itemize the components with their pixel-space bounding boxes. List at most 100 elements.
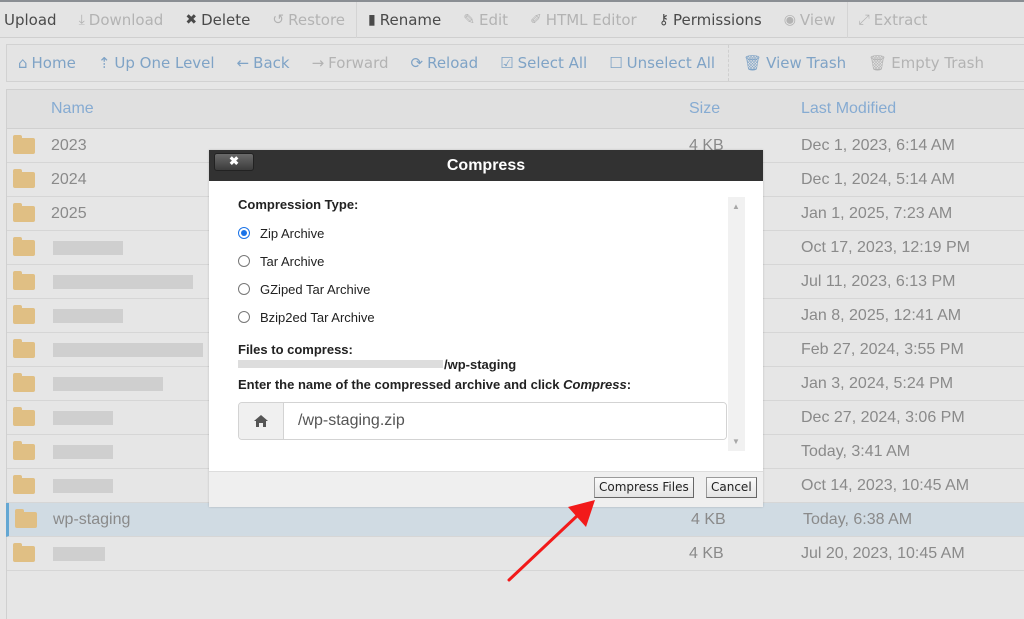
toolbar-button-label: Download	[88, 10, 164, 29]
folder-icon	[13, 271, 35, 290]
file-size: 4 KB	[691, 510, 726, 528]
toolbar-button-label: Extract	[873, 10, 928, 29]
compression-option[interactable]: Zip Archive	[238, 219, 763, 247]
toolbar-rename-button[interactable]: ▮ Rename	[357, 2, 452, 38]
redacted-file-name	[53, 241, 123, 255]
redacted-file-name	[53, 479, 113, 493]
file-name[interactable]: 2024	[51, 171, 87, 189]
checkbox-checked-icon: ☑	[500, 54, 514, 72]
nav-button-label: Up One Level	[114, 54, 215, 72]
toolbar-edit-button[interactable]: ✎ Edit	[452, 2, 519, 38]
nav-button-label: Select All	[517, 54, 588, 72]
scroll-down-arrow-icon[interactable]: ▼	[732, 437, 740, 446]
compression-option[interactable]: GZiped Tar Archive	[238, 275, 763, 303]
nav-button-label: Back	[253, 54, 290, 72]
file-last-modified: Jan 8, 2025, 12:41 AM	[801, 306, 962, 324]
archive-name-field	[238, 402, 727, 440]
files-to-compress-label: Files to compress:	[238, 342, 353, 357]
file-last-modified: Jul 20, 2023, 10:45 AM	[801, 544, 965, 562]
dialog-scrollbar[interactable]: ▲ ▼	[728, 197, 745, 451]
dialog-body: ▲ ▼ Compression Type: Zip Archive Tar Arc…	[209, 181, 763, 472]
toolbar-extract-button[interactable]: ⤢ Extract	[848, 2, 939, 38]
download-icon: ⤓	[78, 11, 85, 28]
radio-button[interactable]	[238, 255, 250, 267]
file-name[interactable]: 2023	[51, 137, 87, 155]
nav-button-label: Empty Trash	[891, 54, 984, 72]
toolbar-download-button[interactable]: ⤓ Download	[68, 2, 175, 38]
redacted-file-name	[53, 343, 203, 357]
toolbar-permissions-button[interactable]: ⚷ Permissions	[648, 2, 773, 38]
nav-back-button[interactable]: ← Back	[226, 54, 301, 72]
restore-icon: ↺	[272, 11, 285, 28]
back-arrow-icon: ←	[236, 54, 250, 72]
toolbar-view-button[interactable]: ◉ View	[773, 2, 847, 38]
toolbar-button-label: HTML Editor	[545, 10, 637, 29]
file-last-modified: Jan 1, 2025, 7:23 AM	[801, 204, 953, 222]
folder-icon	[13, 169, 35, 188]
rename-icon: ▮	[368, 11, 376, 28]
annotation-arrow-icon	[507, 500, 595, 582]
toolbar-button-label: View	[799, 10, 836, 29]
file-name[interactable]: wp-staging	[53, 511, 130, 529]
toolbar-upload-button[interactable]: Upload	[0, 2, 68, 38]
nav-reload-button[interactable]: ⟳ Reload	[400, 54, 490, 72]
column-header-size[interactable]: Size	[689, 100, 720, 118]
file-path-text: /wp-staging	[444, 357, 517, 372]
delete-icon: ✖	[185, 11, 198, 28]
toolbar-button-label: Edit	[479, 10, 509, 29]
toolbar-delete-button[interactable]: ✖ Delete	[174, 2, 261, 38]
nav-view-trash-button[interactable]: 🗑 View Trash	[732, 54, 857, 72]
instruction-emphasis: Compress	[563, 377, 627, 392]
scroll-up-arrow-icon[interactable]: ▲	[732, 202, 740, 211]
folder-icon	[13, 475, 35, 494]
column-header-name[interactable]: Name	[51, 100, 94, 118]
nav-forward-button[interactable]: → Forward	[301, 54, 400, 72]
toolbar-button-label: Upload	[4, 10, 57, 29]
compression-option[interactable]: Bzip2ed Tar Archive	[238, 303, 763, 331]
close-button[interactable]: ✖	[214, 153, 254, 171]
file-last-modified: Oct 17, 2023, 12:19 PM	[801, 238, 970, 256]
dialog-header: ✖ Compress	[209, 150, 763, 181]
redacted-file-name	[53, 377, 163, 391]
toolbar-button-label: Rename	[379, 10, 442, 29]
nav-button-label: Unselect All	[626, 54, 716, 72]
dialog-title: Compress	[446, 156, 526, 174]
redacted-file-name	[53, 309, 123, 323]
compress-dialog: ✖ Compress ▲ ▼ Compression Type: Zip Arc…	[209, 150, 763, 507]
file-last-modified: Today, 6:38 AM	[803, 510, 913, 528]
nav-button-label: View Trash	[766, 54, 847, 72]
instruction-text: Enter the name of the compressed archive…	[238, 377, 564, 392]
cancel-button[interactable]: Cancel	[706, 477, 757, 498]
file-last-modified: Jan 3, 2024, 5:24 PM	[801, 374, 954, 392]
nav-button-label: Home	[31, 54, 76, 72]
column-header-last-modified[interactable]: Last Modified	[801, 100, 896, 118]
file-name[interactable]: 2025	[51, 205, 87, 223]
nav-button-label: Forward	[328, 54, 389, 72]
radio-button[interactable]	[238, 283, 250, 295]
file-last-modified: Dec 1, 2024, 5:14 AM	[801, 170, 955, 188]
file-last-modified: Feb 27, 2024, 3:55 PM	[801, 340, 964, 358]
folder-icon	[13, 203, 35, 222]
file-size: 4 KB	[689, 544, 724, 562]
nav-home-button[interactable]: ⌂ Home	[7, 54, 87, 72]
archive-name-input[interactable]	[284, 403, 726, 439]
nav-unselect-all-button[interactable]: ☐ Unselect All	[598, 54, 726, 72]
nav-empty-trash-button[interactable]: 🗑 Empty Trash	[857, 54, 995, 72]
toolbar-restore-button[interactable]: ↺ Restore	[261, 2, 356, 38]
edit-icon: ✎	[463, 11, 475, 28]
toolbar-html-editor-button[interactable]: ✐ HTML Editor	[519, 2, 648, 38]
redacted-file-name	[53, 275, 193, 289]
file-last-modified: Jul 11, 2023, 6:13 PM	[801, 272, 956, 290]
eye-icon: ◉	[783, 11, 796, 28]
compression-option-label: Bzip2ed Tar Archive	[260, 309, 375, 325]
radio-button[interactable]	[238, 311, 250, 323]
nav-select-all-button[interactable]: ☑ Select All	[489, 54, 598, 72]
checkbox-empty-icon: ☐	[609, 54, 623, 72]
reload-icon: ⟳	[410, 54, 424, 72]
radio-button[interactable]	[238, 227, 250, 239]
compression-option[interactable]: Tar Archive	[238, 247, 763, 275]
toolbar-button-label: Delete	[201, 10, 251, 29]
instruction-suffix: :	[626, 377, 632, 392]
nav-up-one-level-button[interactable]: ⇡ Up One Level	[87, 54, 226, 72]
table-header: Name Size Last Modified	[7, 89, 1024, 129]
